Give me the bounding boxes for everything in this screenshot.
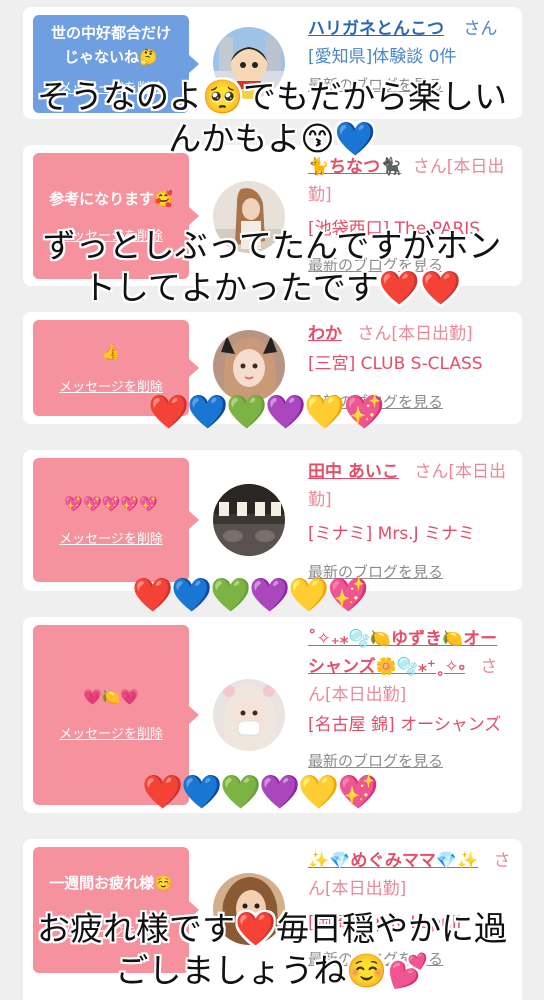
latest-blog-link[interactable]: 最新のブログを見る (308, 747, 512, 775)
message-text: 参考になります🥰 (49, 190, 173, 208)
message-text: 世の中好都合だけ じゃないね🤔 (50, 24, 171, 66)
shop-label: [名古屋 錦] オーシャンズ (308, 715, 502, 735)
latest-blog-link[interactable]: 最新のブログを見る (308, 945, 512, 973)
shop-label: [池袋西口] The PARIS (308, 219, 481, 239)
delete-message-link[interactable]: メッセージを削除 (43, 921, 179, 940)
heart-emoji-row: ❤️💙💚💜💛💖 (142, 772, 379, 811)
delete-message-link[interactable]: メッセージを削除 (43, 723, 179, 742)
profile-info: ✨💎めぐみママ💎✨ さん[本日出勤] [岡崎] Tipsy Lapuli 最新の… (308, 847, 512, 973)
profile-info: ハリガネとんこつ さん [愛知県]体験談 0件 最新のブログを見る (308, 15, 512, 99)
cast-name-link[interactable]: ハリガネとんこつ (308, 19, 444, 39)
message-bubble: 一週間お疲れ様☺️ メッセージを削除 (33, 847, 199, 973)
delete-message-link[interactable]: メッセージを削除 (43, 225, 179, 244)
message-text: 一週間お疲れ様☺️ (49, 874, 173, 892)
avatar[interactable] (213, 873, 285, 945)
profile-info: ˚✧₊⁎🫧🍋ゆずき🍋オーシャンズ🌼🫧⁎⁺˳✧༚ さん[本日出勤] [名古屋 錦]… (308, 625, 512, 775)
heart-emoji-row: ❤️💙💚💜💛💖 (132, 575, 369, 614)
status-label: さん[本日出勤] (357, 324, 473, 344)
cast-name-link[interactable]: 🐈ちなつ🐈‍⬛ (308, 157, 401, 177)
shop-label: [岡崎] Tipsy Lapuli (308, 913, 462, 933)
shop-label: [愛知県]体験談 0件 (308, 47, 457, 67)
cast-name-link[interactable]: 田中 あいこ (308, 462, 399, 482)
delete-message-link[interactable]: メッセージを削除 (43, 77, 179, 96)
latest-blog-link[interactable]: 最新のブログを見る (308, 71, 512, 99)
honorific: さん (463, 19, 498, 39)
shop-label: [三宮] CLUB S-CLASS (308, 354, 483, 374)
message-card: 💖💖💖💖💖 メッセージを削除 田中 あいこ さん[本日出勤] [ミナミ] Mrs… (23, 450, 522, 591)
latest-blog-link[interactable]: 最新のブログを見る (308, 251, 512, 279)
avatar[interactable] (213, 27, 285, 99)
avatar[interactable] (213, 484, 285, 556)
heart-emoji-row: ❤️💙💚💜💛💖 (148, 392, 385, 431)
avatar[interactable] (213, 181, 285, 253)
cast-name-link[interactable]: わか (308, 324, 342, 344)
message-text: 💗🍋💗 (82, 688, 140, 706)
cast-name-link[interactable]: ˚✧₊⁎🫧🍋ゆずき🍋オーシャンズ🌼🫧⁎⁺˳✧༚ (308, 629, 497, 677)
profile-info: 🐈ちなつ🐈‍⬛ さん[本日出勤] [池袋西口] The PARIS 最新のブログ… (308, 153, 512, 279)
shop-label: [ミナミ] Mrs.J ミナミ (308, 524, 476, 544)
message-card: 参考になります🥰 メッセージを削除 🐈ちなつ🐈‍⬛ さん[本日出勤] [池袋西口… (23, 145, 522, 286)
profile-info: 田中 あいこ さん[本日出勤] [ミナミ] Mrs.J ミナミ 最新のブログを見… (308, 458, 512, 586)
message-text: 💖💖💖💖💖 (64, 495, 158, 513)
message-card: 一週間お疲れ様☺️ メッセージを削除 ✨💎めぐみママ💎✨ さん[本日出勤] [岡… (23, 839, 522, 1000)
avatar[interactable] (213, 679, 285, 751)
message-text: 👍 (101, 343, 121, 361)
message-bubble: 💖💖💖💖💖 メッセージを削除 (33, 458, 199, 582)
message-bubble: 世の中好都合だけ じゃないね🤔 メッセージを削除 (33, 15, 199, 113)
message-bubble: 参考になります🥰 メッセージを削除 (33, 153, 199, 279)
cast-name-link[interactable]: ✨💎めぐみママ💎✨ (308, 851, 478, 871)
message-card: 世の中好都合だけ じゃないね🤔 メッセージを削除 ハリガネとんこつ さん [愛知… (23, 7, 522, 119)
delete-message-link[interactable]: メッセージを削除 (43, 528, 179, 547)
